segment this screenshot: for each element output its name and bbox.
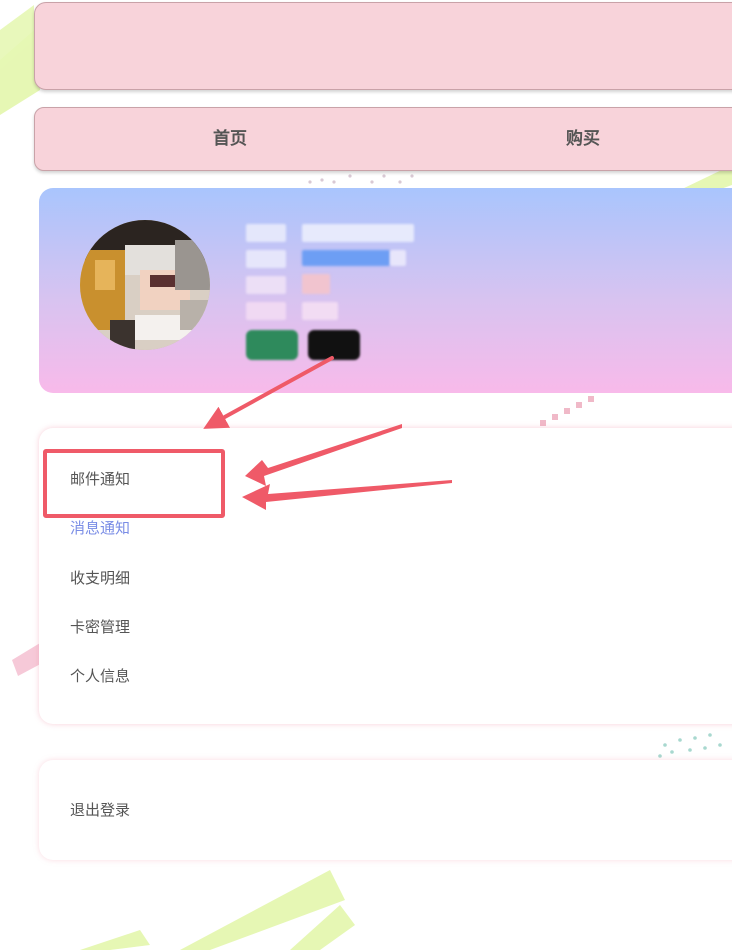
avatar-image xyxy=(80,220,210,350)
info-value-1 xyxy=(302,224,414,242)
status-badge-black xyxy=(308,330,360,360)
info-label-1 xyxy=(246,224,286,242)
info-value-3 xyxy=(302,274,330,294)
status-badge-green xyxy=(246,330,298,360)
menu-item-message-notice[interactable]: 消息通知 xyxy=(70,517,130,538)
info-label-4 xyxy=(246,302,286,320)
info-value-2-tail xyxy=(390,250,406,266)
info-value-4 xyxy=(302,302,338,320)
info-label-2 xyxy=(246,250,286,268)
annotation-highlight-box xyxy=(43,449,225,518)
menu-item-card-key-management[interactable]: 卡密管理 xyxy=(70,616,130,637)
nav-item-home[interactable]: 首页 xyxy=(190,108,270,170)
header-banner xyxy=(34,2,732,90)
info-label-3 xyxy=(246,276,286,294)
logout-button[interactable]: 退出登录 xyxy=(70,799,130,820)
nav-item-buy[interactable]: 购买 xyxy=(543,108,623,170)
page: 首页 购买 邮件通知 消息通知 收支明细 卡密管理 个人信息 退出登录 xyxy=(0,0,732,950)
info-value-2 xyxy=(302,250,390,266)
logout-card xyxy=(39,760,732,860)
top-nav: 首页 购买 xyxy=(34,107,732,171)
menu-item-personal-info[interactable]: 个人信息 xyxy=(70,665,130,686)
menu-item-income-expense[interactable]: 收支明细 xyxy=(70,567,130,588)
avatar xyxy=(80,220,210,350)
